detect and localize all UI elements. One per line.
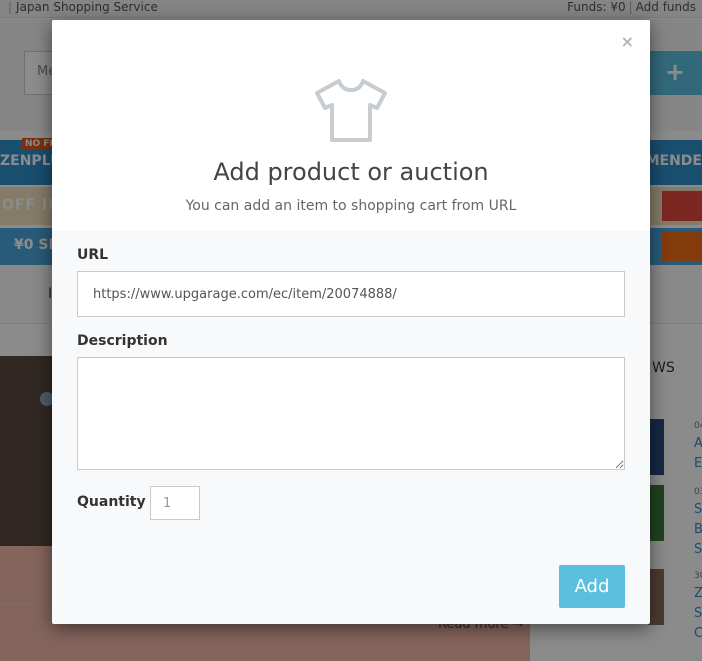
modal-title: Add product or auction <box>213 158 489 186</box>
modal-header: × Add product or auction You can add an … <box>52 20 650 231</box>
quantity-input[interactable] <box>150 486 200 520</box>
description-label: Description <box>77 333 168 349</box>
url-input[interactable] <box>77 271 625 317</box>
url-label: URL <box>77 247 109 263</box>
description-textarea[interactable] <box>77 357 625 470</box>
add-product-modal: × Add product or auction You can add an … <box>52 20 650 624</box>
t-shirt-icon <box>315 79 387 142</box>
modal-subtitle: You can add an item to shopping cart fro… <box>185 198 517 214</box>
add-button[interactable]: Add <box>559 565 625 608</box>
quantity-label: Quantity <box>77 494 146 510</box>
close-icon[interactable]: × <box>621 32 634 51</box>
